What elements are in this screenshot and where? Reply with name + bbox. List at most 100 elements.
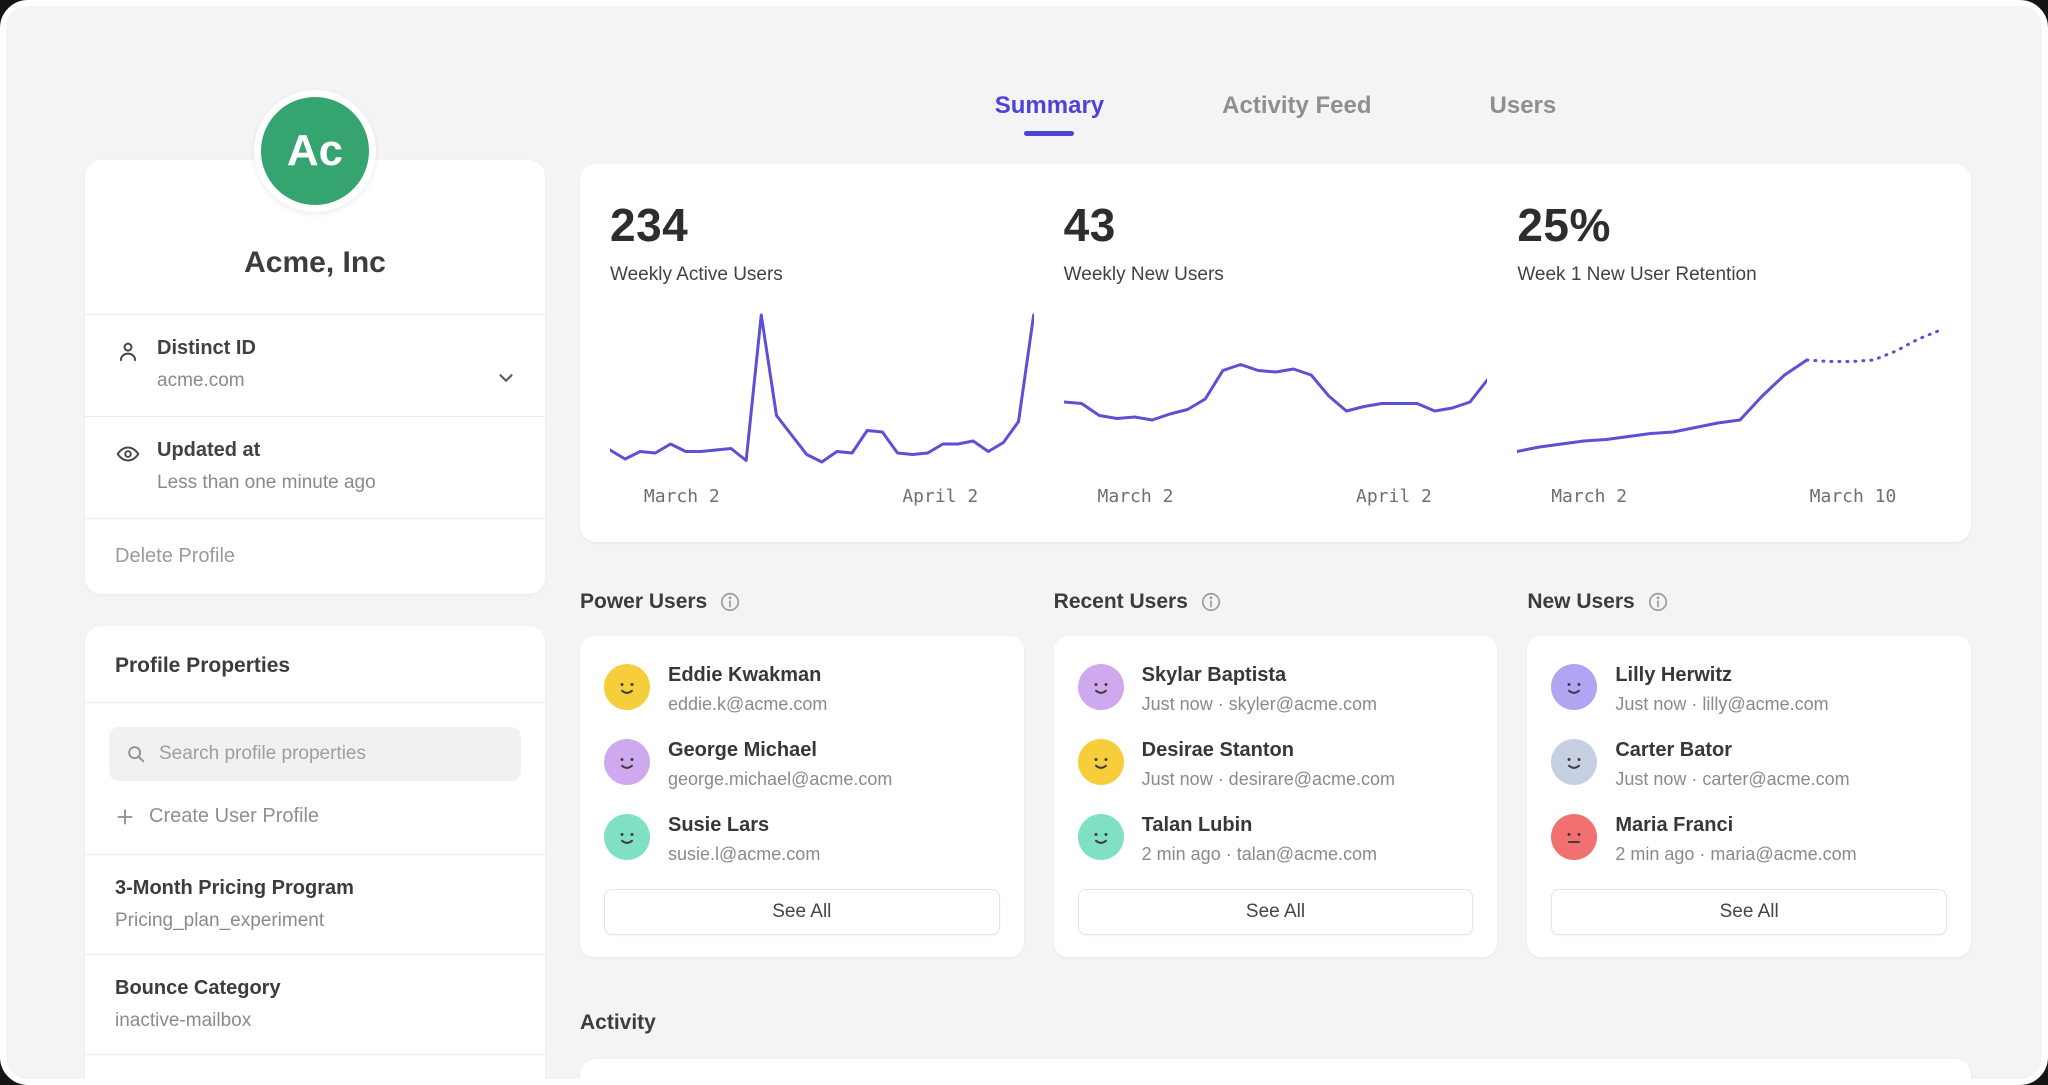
person-icon [115,339,141,365]
delete-profile-button[interactable]: Delete Profile [85,519,545,594]
week1-retention-chart [1517,310,1941,470]
property-row-pricing-program[interactable]: 3-Month Pricing Program Pricing_plan_exp… [85,855,545,954]
create-user-profile-button[interactable]: Create User Profile [85,797,545,854]
stat-value: 43 [1064,198,1488,252]
user-avatar [1078,739,1124,785]
user-meta: 2 min ago · maria@acme.com [1615,844,1856,865]
property-value: Pricing_plan_experiment [115,910,515,932]
info-icon[interactable] [1647,591,1669,613]
property-value: inactive-mailbox [115,1010,515,1032]
user-meta: susie.l@acme.com [668,844,820,865]
property-name: 3-Month Pricing Program [115,877,515,900]
app-window: Ac Acme, Inc Distinct ID acme.com [0,0,2048,1085]
tab-summary[interactable]: Summary [995,92,1104,136]
plus-icon [115,807,135,827]
recent-users-card: Skylar Baptista Just now · skyler@acme.c… [1054,636,1498,957]
stat-week1-retention: 25% Week 1 New User Retention March 2 Ma… [1517,198,1941,518]
activity-card: 234 240 3.4k [580,1059,1971,1085]
search-icon [125,743,147,765]
search-profile-properties[interactable] [109,727,521,781]
user-avatar [1551,814,1597,860]
stat-label: Weekly Active Users [610,264,1034,286]
user-list-item[interactable]: George Michael george.michael@acme.com [604,739,1000,790]
power-users-title: Power Users [580,590,707,614]
x-axis-label-end: April 2 [1356,486,1432,507]
face-icon [612,822,642,852]
updated-at-label: Updated at [157,439,517,462]
stat-value: 25% [1517,198,1941,252]
user-name: Eddie Kwakman [668,664,827,687]
user-name: George Michael [668,739,892,762]
see-all-button[interactable]: See All [604,889,1000,935]
weekly-new-users-chart [1064,310,1488,470]
user-list-item[interactable]: Talan Lubin 2 min ago · talan@acme.com [1078,814,1474,865]
face-icon [1086,747,1116,777]
weekly-active-users-chart [610,310,1034,470]
user-meta: Just now · carter@acme.com [1615,769,1849,790]
property-name: Browser [115,1077,515,1085]
user-list-item[interactable]: Lilly Herwitz Just now · lilly@acme.com [1551,664,1947,715]
face-icon [1559,672,1589,702]
user-meta: eddie.k@acme.com [668,694,827,715]
new-users-title: New Users [1527,590,1634,614]
stat-label: Weekly New Users [1064,264,1488,286]
summary-stats-card: 234 Weekly Active Users March 2 April 2 … [580,164,1971,542]
face-icon [1559,747,1589,777]
profile-properties-card: Profile Properties Create User Profile 3… [85,626,545,1085]
property-row-bounce-category[interactable]: Bounce Category inactive-mailbox [85,955,545,1054]
recent-users-section: Recent Users Skylar Baptista Just now · … [1054,590,1498,957]
profile-properties-title: Profile Properties [85,626,545,702]
user-list-item[interactable]: Carter Bator Just now · carter@acme.com [1551,739,1947,790]
stat-weekly-new-users: 43 Weekly New Users March 2 April 2 [1064,198,1488,518]
property-row-browser[interactable]: Browser Chrome [85,1055,545,1085]
tab-bar: Summary Activity Feed Users [580,92,1971,136]
user-list-item[interactable]: Skylar Baptista Just now · skyler@acme.c… [1078,664,1474,715]
chevron-down-icon[interactable] [495,367,517,389]
x-axis-label-start: March 2 [1098,486,1174,507]
user-list-item[interactable]: Susie Lars susie.l@acme.com [604,814,1000,865]
user-avatar [604,739,650,785]
user-list-item[interactable]: Desirae Stanton Just now · desirare@acme… [1078,739,1474,790]
user-name: Desirae Stanton [1142,739,1395,762]
user-name: Susie Lars [668,814,820,837]
distinct-id-label: Distinct ID [157,337,479,360]
stat-label: Week 1 New User Retention [1517,264,1941,286]
company-avatar: Ac [254,90,376,212]
tab-users[interactable]: Users [1490,92,1557,136]
user-list-item[interactable]: Maria Franci 2 min ago · maria@acme.com [1551,814,1947,865]
field-distinct-id: Distinct ID acme.com [85,315,545,416]
create-user-profile-label: Create User Profile [149,805,319,828]
user-name: Skylar Baptista [1142,664,1377,687]
user-lists-row: Power Users Eddie Kwakman eddie.k@acme.c… [580,590,1971,957]
user-meta: george.michael@acme.com [668,769,892,790]
new-users-section: New Users Lilly Herwitz Just now · lilly… [1527,590,1971,957]
tab-activity-feed[interactable]: Activity Feed [1222,92,1371,136]
profile-card: Ac Acme, Inc Distinct ID acme.com [85,160,545,594]
main-content: Summary Activity Feed Users 234 Weekly A… [580,6,1971,1079]
info-icon[interactable] [719,591,741,613]
face-icon [1086,672,1116,702]
face-icon [1086,822,1116,852]
user-list-item[interactable]: Eddie Kwakman eddie.k@acme.com [604,664,1000,715]
user-avatar [1078,664,1124,710]
info-icon[interactable] [1200,591,1222,613]
search-input[interactable] [159,743,505,765]
user-avatar [604,664,650,710]
distinct-id-value: acme.com [157,370,479,392]
user-name: Lilly Herwitz [1615,664,1828,687]
x-axis-label-start: March 2 [644,486,720,507]
user-name: Maria Franci [1615,814,1856,837]
face-icon [612,672,642,702]
new-users-card: Lilly Herwitz Just now · lilly@acme.com … [1527,636,1971,957]
property-name: Bounce Category [115,977,515,1000]
stat-value: 234 [610,198,1034,252]
user-avatar [1551,739,1597,785]
eye-icon [115,441,141,467]
user-meta: Just now · lilly@acme.com [1615,694,1828,715]
see-all-button[interactable]: See All [1551,889,1947,935]
user-meta: 2 min ago · talan@acme.com [1142,844,1377,865]
x-axis-label-end: April 2 [902,486,978,507]
profile-sidebar: Ac Acme, Inc Distinct ID acme.com [85,160,545,1079]
power-users-card: Eddie Kwakman eddie.k@acme.com George Mi… [580,636,1024,957]
see-all-button[interactable]: See All [1078,889,1474,935]
